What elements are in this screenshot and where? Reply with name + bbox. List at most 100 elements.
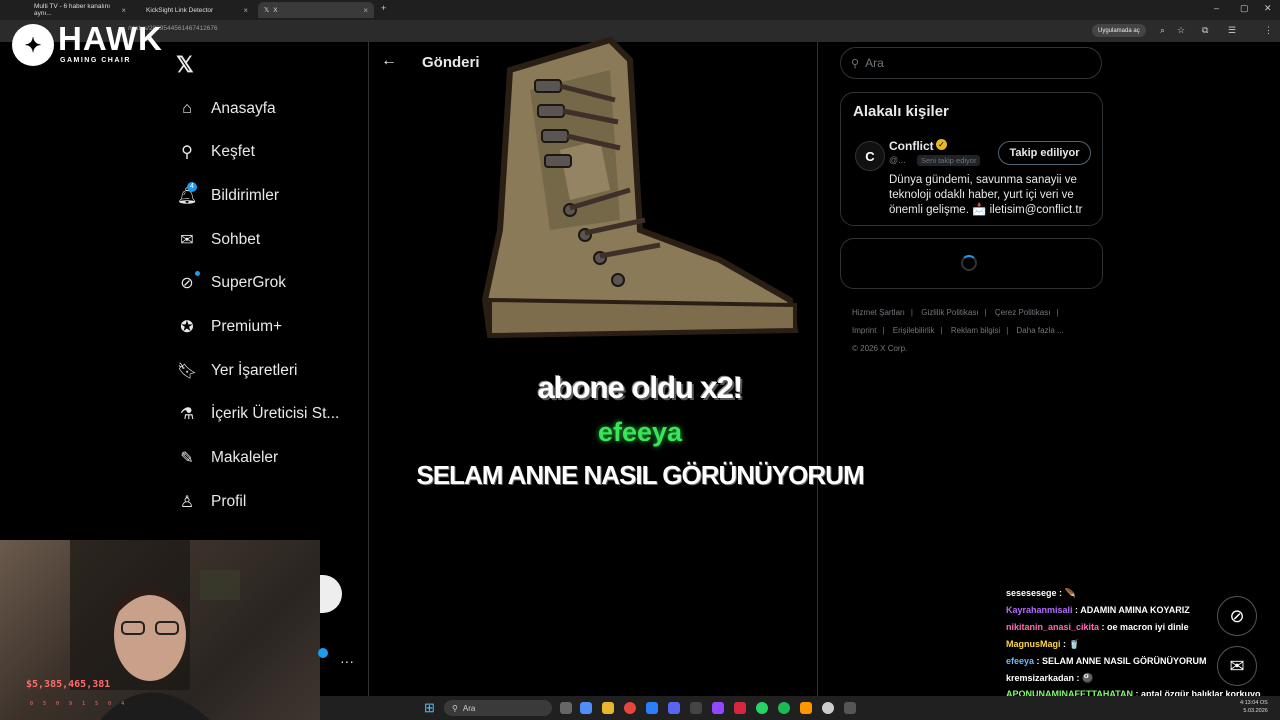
ticker-stats: 05091504 <box>30 701 135 707</box>
chat-username[interactable]: sesesesege <box>1006 588 1057 598</box>
app-icon[interactable] <box>580 702 592 714</box>
nav-item-profile[interactable]: ♙ Profil <box>176 487 247 517</box>
loading-card <box>840 238 1103 289</box>
search-input[interactable]: ⚲ Ara <box>840 47 1102 79</box>
bookmark-icon: 🔖︎ <box>176 363 198 380</box>
x-logo-icon: 𝕏 <box>264 7 270 14</box>
column-divider <box>817 42 818 696</box>
spotify-icon[interactable] <box>778 702 790 714</box>
chat-username[interactable]: Kayrahanmisali <box>1006 605 1073 615</box>
footer-link[interactable]: Daha fazla ... <box>1017 326 1064 335</box>
footer-link[interactable]: Imprint <box>852 326 876 335</box>
windows-start-icon[interactable]: ⊞ <box>424 700 435 716</box>
verified-icon: ✪ <box>180 319 194 336</box>
minimize-icon[interactable]: – <box>1214 3 1219 13</box>
taskbar-clock: 4:13:04 OS 5.03.2026 <box>1240 700 1268 714</box>
footer-link[interactable]: Gizlilik Politikası <box>921 308 978 317</box>
nav-label: Sohbet <box>211 231 261 248</box>
nav-label: Keşfet <box>211 143 255 160</box>
nav-label: İçerik Üreticisi St... <box>211 405 340 422</box>
footer-link[interactable]: Çerez Politikası <box>995 308 1051 317</box>
chat-username[interactable]: efeeya <box>1006 656 1034 666</box>
open-in-app-button[interactable]: Uygulamada aç <box>1092 24 1146 37</box>
footer-link[interactable]: Erişilebilirlik <box>893 326 935 335</box>
app-icon[interactable] <box>712 702 724 714</box>
close-icon[interactable]: × <box>243 6 248 15</box>
related-people-card: Alakalı kişiler C Conflict ✓ @... Seni t… <box>840 92 1103 226</box>
user-name[interactable]: Conflict <box>889 139 934 153</box>
menu-icon[interactable]: ⋮ <box>1264 25 1273 36</box>
window-close-icon[interactable]: ✕ <box>1264 3 1272 14</box>
maximize-icon[interactable]: ▢ <box>1240 3 1249 14</box>
following-button[interactable]: Takip ediliyor <box>998 141 1091 165</box>
app-icon[interactable] <box>690 702 702 714</box>
stream-alert-title: abone oldu x2! <box>537 370 744 405</box>
nav-label: Yer İşaretleri <box>211 362 298 379</box>
nav-item-bookmarks[interactable]: 🔖︎ Yer İşaretleri <box>176 356 298 386</box>
more-icon[interactable]: ··· <box>340 653 354 669</box>
article-icon: ✎ <box>180 450 194 467</box>
tab-title: X <box>273 6 278 14</box>
mail-icon: ✉ <box>180 232 194 249</box>
bookmark-star-icon[interactable]: ☆ <box>1177 25 1185 36</box>
whatsapp-icon[interactable] <box>756 702 768 714</box>
taskbar-search-input[interactable]: ⚲ Ara <box>444 700 552 716</box>
discord-icon[interactable] <box>668 702 680 714</box>
close-icon[interactable]: × <box>121 6 126 15</box>
chat-username[interactable]: MagnusMagi <box>1006 639 1061 649</box>
person-icon: ♙ <box>179 494 195 511</box>
nav-item-creator-studio[interactable]: ⚗ İçerik Üreticisi St... <box>176 399 340 429</box>
chat-username[interactable]: kremsizarkadan <box>1006 673 1074 683</box>
folder-icon[interactable] <box>602 702 614 714</box>
chat-text: : oe macron iyi dinle <box>1099 622 1189 632</box>
nav-label: Premium+ <box>211 318 283 335</box>
nav-item-supergrok[interactable]: ⊘ SuperGrok <box>176 268 286 298</box>
user-bio: Dünya gündemi, savunma sanayii ve teknol… <box>889 174 1083 216</box>
mail-icon: ✉ <box>1229 655 1245 676</box>
browser-tab-active[interactable]: 𝕏 X × <box>258 2 374 18</box>
app-icon[interactable] <box>822 702 834 714</box>
app-icon[interactable] <box>734 702 746 714</box>
brand-subtitle: GAMING CHAIR <box>60 57 131 64</box>
streamer-image <box>70 540 240 720</box>
close-icon[interactable]: × <box>363 6 368 15</box>
nav-item-premium[interactable]: ✪ Premium+ <box>176 312 282 342</box>
zoom-icon[interactable]: ⌕ <box>1160 25 1165 36</box>
chrome-icon[interactable] <box>624 702 636 714</box>
chat-username[interactable]: nikitanin_anasi_cikita <box>1006 622 1099 632</box>
nav-item-explore[interactable]: ⚲ Keşfet <box>176 137 255 167</box>
app-icon[interactable] <box>844 702 856 714</box>
nav-label: Anasayfa <box>211 100 276 117</box>
user-handle: @... <box>889 155 906 165</box>
app-icon[interactable] <box>800 702 812 714</box>
taskview-icon[interactable] <box>560 702 572 714</box>
nav-item-articles[interactable]: ✎ Makaleler <box>176 443 278 473</box>
browser-tab[interactable]: KickSight Link Detector × <box>140 2 254 18</box>
brand-title: HAWK <box>58 20 163 57</box>
nav-label: SuperGrok <box>211 274 286 291</box>
footer-link[interactable]: Hizmet Şartları <box>852 308 905 317</box>
sidebar-icon[interactable]: ☰ <box>1228 25 1236 36</box>
messages-fab-button[interactable]: ✉ <box>1217 646 1257 686</box>
avatar[interactable]: C <box>855 141 885 171</box>
grok-fab-button[interactable]: ⊘ <box>1217 596 1257 636</box>
post-button[interactable] <box>320 575 342 613</box>
extensions-icon[interactable]: ⧉ <box>1202 25 1208 36</box>
loading-spinner-icon <box>961 255 977 271</box>
back-arrow-icon[interactable]: ← <box>381 52 397 70</box>
new-dot <box>195 271 200 276</box>
column-divider <box>368 42 369 696</box>
hawk-logo-icon: ✦ <box>12 24 54 66</box>
x-logo-icon[interactable]: 𝕏 <box>176 52 194 78</box>
grok-icon: ⊘ <box>180 275 194 292</box>
nav-item-chat[interactable]: ✉ Sohbet <box>176 225 260 255</box>
copyright: © 2026 X Corp. <box>852 344 908 353</box>
footer-link[interactable]: Reklam bilgisi <box>951 326 1000 335</box>
nav-item-home[interactable]: ⌂ Anasayfa <box>176 94 276 124</box>
search-placeholder: Ara <box>865 56 884 70</box>
grok-icon: ⊘ <box>1229 605 1245 626</box>
browser-tab[interactable]: Multi TV - 6 haber kanalını aynı... × <box>28 2 132 18</box>
new-tab-icon[interactable]: + <box>381 3 386 13</box>
app-icon[interactable] <box>646 702 658 714</box>
chat-text: : SELAM ANNE NASIL GÖRÜNÜYORUM <box>1034 656 1207 666</box>
